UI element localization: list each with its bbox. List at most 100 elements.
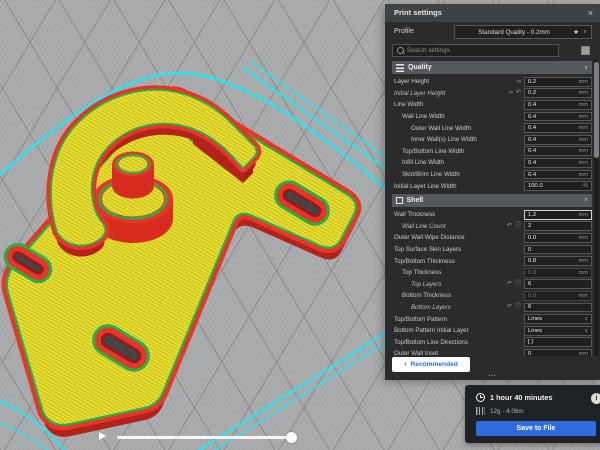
setting-row: Initial Layer Line Width100.0% [392, 180, 592, 192]
setting-unit: mm [579, 270, 591, 276]
setting-value: [ ] [525, 339, 591, 345]
setting-value: 0.4 [525, 160, 579, 166]
setting-input[interactable]: 0.0mm [524, 233, 592, 243]
setting-value: 0.4 [525, 114, 579, 120]
setting-input[interactable]: 0.4mm [524, 100, 592, 110]
close-icon[interactable]: × [588, 4, 593, 22]
settings-scrollbar[interactable] [594, 60, 599, 356]
setting-input[interactable]: 2 [524, 221, 592, 231]
setting-value: 6 [525, 304, 591, 310]
setting-value: 0.2 [525, 90, 579, 96]
setting-value: 100.0 [525, 183, 583, 189]
panel-resize-handle[interactable]: ••• [385, 373, 600, 380]
setting-label: Bottom Layers [392, 304, 504, 311]
info-icon[interactable]: ⓘ [515, 281, 521, 287]
revert-icon[interactable]: ↶ [507, 304, 512, 310]
setting-input[interactable]: 0.2mm [524, 77, 592, 87]
setting-row: Infill Line Width0.4mm [392, 157, 592, 169]
scrollbar-thumb[interactable] [594, 62, 599, 158]
setting-input[interactable]: 0.2mm [524, 88, 592, 98]
panel-title: Print settings [394, 4, 442, 22]
setting-input[interactable]: 6 [524, 279, 592, 289]
shell-icon [396, 197, 403, 204]
setting-row: Bottom Layers↶ⓘ 6 [392, 302, 592, 314]
profile-dropdown[interactable]: Standard Quality - 0.2mm ★ ∨ [454, 25, 592, 39]
setting-input[interactable]: 0.4mm [524, 170, 592, 180]
setting-input[interactable]: [ ] [524, 337, 592, 347]
cura-window: Print settings × Profile Standard Qualit… [0, 0, 600, 450]
setting-dropdown[interactable]: Lines∨ [524, 326, 592, 336]
setting-input[interactable]: 100.0% [524, 181, 592, 191]
setting-label: Bottom Pattern Initial Layer [392, 327, 521, 334]
setting-row: Wall Line Width0.4mm [392, 111, 592, 123]
play-button[interactable] [99, 432, 106, 440]
setting-row: Bottom Pattern Initial LayerLines∨ [392, 325, 592, 337]
layer-slider-handle[interactable] [286, 432, 297, 443]
revert-icon[interactable]: ↶ [507, 281, 512, 287]
search-input[interactable] [405, 45, 558, 56]
section-header-quality[interactable]: Quality∨ [392, 61, 592, 74]
profile-row: Profile Standard Quality - 0.2mm ★ ∨ [392, 25, 592, 39]
setting-row: Wall Thickness1.2mm [392, 209, 592, 221]
setting-unit: mm [579, 90, 591, 96]
setting-row: Top/Bottom PatternLines∨ [392, 313, 592, 325]
print-time-row: 1 hour 40 minutes [476, 393, 552, 402]
chevron-down-icon: ∨ [583, 29, 587, 35]
setting-label: Top/Bottom Pattern [392, 316, 521, 323]
section-header-shell[interactable]: Shell∨ [392, 194, 592, 207]
setting-label: Initial Layer Height [392, 90, 506, 97]
link-icon[interactable]: ∞ [509, 90, 513, 96]
chevron-down-icon: ∨ [584, 316, 591, 322]
recommended-button[interactable]: ‹ Recommended [392, 357, 470, 372]
search-box[interactable] [392, 44, 559, 57]
setting-dropdown[interactable]: Lines∨ [524, 314, 592, 324]
info-icon[interactable]: ⓘ [515, 304, 521, 310]
setting-value: 0.8 [525, 258, 579, 264]
setting-label: Layer Height [392, 78, 514, 85]
revert-icon[interactable]: ↶ [516, 90, 521, 96]
setting-label: Top Thickness [392, 269, 521, 276]
setting-row: Inner Wall(s) Line Width0.4mm [392, 134, 592, 146]
setting-value: 0.8 [525, 293, 579, 299]
setting-input[interactable]: 6 [524, 303, 592, 313]
setting-value: 0.8 [525, 270, 579, 276]
setting-label: Top/Bottom Line Width [392, 148, 521, 155]
link-icon[interactable]: ∞ [517, 79, 521, 85]
setting-input[interactable]: 0 [524, 245, 592, 255]
setting-input[interactable]: 1.2mm [524, 210, 592, 220]
setting-value: 0.4 [525, 125, 579, 131]
setting-row: Outer Wall Wipe Distance0.0mm [392, 232, 592, 244]
setting-label: Top/Bottom Thickness [392, 258, 521, 265]
layer-slider-track[interactable] [117, 436, 297, 439]
star-icon[interactable]: ★ [573, 28, 579, 36]
setting-input[interactable]: 0.4mm [524, 135, 592, 145]
setting-icons: ↶ⓘ [504, 223, 521, 229]
setting-input[interactable]: 0.8mm [524, 268, 592, 278]
setting-row: Wall Line Count↶ⓘ2 [392, 221, 592, 233]
setting-input[interactable]: 0.4mm [524, 123, 592, 133]
setting-label: Outer Wall Wipe Distance [392, 234, 521, 241]
setting-input[interactable]: 0.8mm [524, 291, 592, 301]
setting-row: Bottom Thickness0.8mm [392, 290, 592, 302]
setting-label: Initial Layer Line Width [392, 183, 521, 190]
setting-visibility-icon[interactable] [581, 46, 590, 55]
save-to-file-button[interactable]: Save to File [476, 421, 596, 436]
setting-label: Wall Line Count [392, 223, 504, 230]
setting-input[interactable]: 0.4mm [524, 146, 592, 156]
info-icon[interactable]: ⓘ [515, 223, 521, 229]
setting-icons: ∞↶ [506, 90, 521, 96]
print-settings-panel: Print settings × Profile Standard Qualit… [385, 4, 600, 380]
setting-input[interactable]: 0.4mm [524, 112, 592, 122]
material-spool-icon [476, 407, 485, 415]
search-icon [396, 46, 405, 55]
chevron-down-icon: ∨ [584, 197, 588, 203]
setting-label: Top Layers [392, 281, 504, 288]
panel-header[interactable]: Print settings × [385, 4, 600, 22]
setting-input[interactable]: 0mm [524, 349, 592, 356]
setting-input[interactable]: 0.8mm [524, 256, 592, 266]
revert-icon[interactable]: ↶ [507, 223, 512, 229]
dropdown-value: Lines [525, 316, 584, 322]
setting-icons: ↶ⓘ [504, 281, 521, 287]
info-icon[interactable]: i [591, 393, 600, 404]
setting-input[interactable]: 0.4mm [524, 158, 592, 168]
